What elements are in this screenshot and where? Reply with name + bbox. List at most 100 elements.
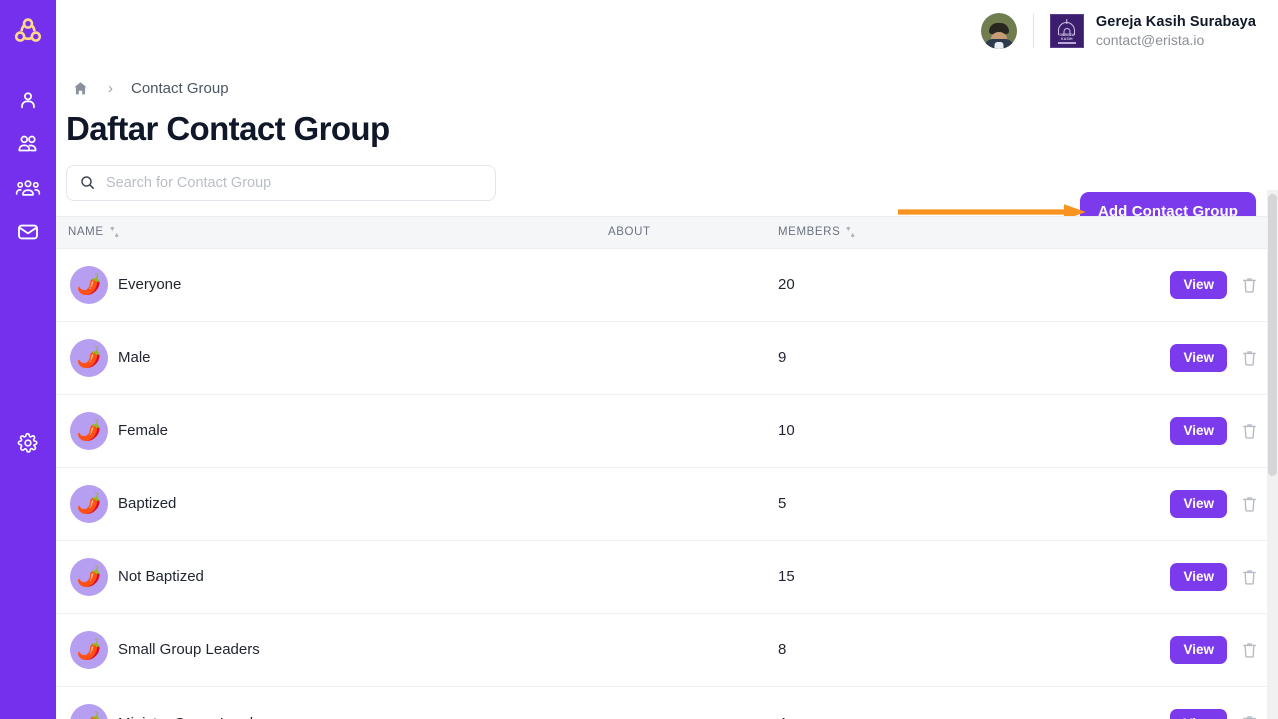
table-row[interactable]: 🌶️ Small Group Leaders 8 View — [56, 613, 1278, 687]
view-button[interactable]: View — [1170, 635, 1227, 664]
view-button[interactable]: View — [1170, 562, 1227, 591]
chili-emoji-icon: 🌶️ — [76, 346, 102, 369]
row-actions: View — [1170, 416, 1258, 445]
app-logo[interactable] — [12, 14, 44, 50]
row-members: 20 — [778, 276, 795, 294]
view-button[interactable]: View — [1170, 343, 1227, 372]
org-meta: Gereja Kasih Surabaya contact@erista.io — [1096, 13, 1256, 50]
row-members: 15 — [778, 568, 795, 586]
breadcrumb-separator: › — [108, 79, 113, 97]
trash-icon — [1243, 496, 1256, 512]
mail-icon — [18, 224, 38, 240]
gear-icon — [17, 432, 38, 453]
delete-button[interactable] — [1241, 276, 1258, 294]
scrollbar-thumb[interactable] — [1268, 194, 1277, 476]
delete-button[interactable] — [1241, 422, 1258, 440]
row-members: 9 — [778, 349, 787, 367]
chili-emoji-icon: 🌶️ — [76, 565, 102, 588]
row-name: Female — [118, 422, 169, 440]
small-group-icon — [15, 180, 41, 196]
table-row[interactable]: 🌶️ Male 9 View — [56, 321, 1278, 395]
delete-button[interactable] — [1241, 568, 1258, 586]
trash-icon — [1243, 277, 1256, 293]
home-icon — [73, 81, 87, 94]
table-row[interactable]: 🌶️ Ministry Group Leaders 4 View — [56, 686, 1278, 719]
breadcrumb: › Contact Group — [56, 76, 1278, 100]
search-icon — [81, 176, 94, 190]
column-label-about: ABOUT — [608, 226, 651, 239]
row-avatar: 🌶️ — [70, 338, 108, 377]
table-header-row: NAME ABOUT MEMBERS — [56, 215, 1278, 249]
contact-group-icon — [18, 135, 37, 152]
sort-icon-members[interactable] — [845, 226, 856, 238]
app-root: GEREJA KASIH Gereja Kasih Surabaya conta… — [0, 0, 1278, 719]
table-row[interactable]: 🌶️ Baptized 5 View — [56, 467, 1278, 541]
org-name: Gereja Kasih Surabaya — [1095, 13, 1256, 30]
row-actions: View — [1170, 343, 1258, 372]
view-button[interactable]: View — [1170, 489, 1227, 518]
avatar-shirt — [994, 42, 1004, 49]
row-members: 8 — [778, 641, 787, 659]
row-avatar: 🌶️ — [70, 411, 108, 450]
row-actions: View — [1170, 270, 1258, 299]
delete-button[interactable] — [1241, 495, 1258, 513]
trash-icon — [1243, 350, 1256, 366]
contacts-icon — [21, 92, 35, 109]
row-avatar: 🌶️ — [70, 704, 108, 719]
table-row[interactable]: 🌶️ Female 10 View — [56, 394, 1278, 468]
row-name: Male — [118, 349, 151, 367]
sidebar — [0, 0, 56, 719]
sort-arrows-icon — [109, 226, 119, 238]
delete-button[interactable] — [1241, 641, 1258, 659]
table-row[interactable]: 🌶️ Not Baptized 15 View — [56, 540, 1278, 614]
sidebar-item-small-group[interactable] — [0, 166, 56, 210]
view-button[interactable]: View — [1170, 416, 1227, 445]
row-name: Ministry Group Leaders — [118, 715, 274, 719]
delete-button[interactable] — [1241, 349, 1258, 367]
trash-icon — [1243, 569, 1256, 585]
sidebar-item-mail[interactable] — [0, 210, 56, 254]
row-members: 10 — [778, 422, 795, 440]
column-label-name: NAME — [68, 226, 104, 239]
trash-icon — [1243, 716, 1256, 719]
chili-emoji-icon: 🌶️ — [76, 492, 102, 515]
row-members: 5 — [778, 495, 787, 513]
row-actions: View — [1170, 635, 1258, 664]
search-input[interactable] — [106, 174, 483, 191]
top-header: GEREJA KASIH Gereja Kasih Surabaya conta… — [56, 0, 1278, 62]
vertical-scrollbar[interactable] — [1267, 190, 1278, 719]
search-box[interactable] — [66, 164, 496, 201]
row-avatar: 🌶️ — [70, 557, 108, 596]
view-button[interactable]: View — [1170, 709, 1227, 719]
column-header-about: ABOUT — [608, 226, 651, 238]
header-divider — [1032, 14, 1034, 48]
table-body: 🌶️ Everyone 20 View 🌶️ Male 9 View 🌶️ Female 10 Vie… — [56, 248, 1278, 719]
sidebar-item-contact-group[interactable] — [0, 122, 56, 166]
row-name: Everyone — [118, 276, 182, 294]
trash-icon — [1243, 642, 1256, 658]
chili-emoji-icon: 🌶️ — [76, 638, 102, 661]
view-button[interactable]: View — [1170, 270, 1227, 299]
erista-logo-icon — [14, 18, 42, 42]
sidebar-item-settings[interactable] — [0, 425, 56, 461]
column-header-name[interactable]: NAME — [68, 226, 120, 238]
user-avatar[interactable] — [980, 13, 1017, 49]
main-area: GEREJA KASIH Gereja Kasih Surabaya conta… — [56, 0, 1278, 719]
row-avatar: 🌶️ — [70, 484, 108, 523]
breadcrumb-home[interactable] — [66, 80, 94, 97]
column-header-members[interactable]: MEMBERS — [778, 226, 856, 238]
sidebar-item-contacts[interactable] — [0, 78, 56, 122]
delete-button[interactable] — [1241, 714, 1258, 719]
row-actions: View — [1170, 489, 1258, 518]
row-name: Not Baptized — [118, 568, 204, 586]
org-logo-line2: KASIH — [1061, 36, 1073, 41]
row-name: Baptized — [118, 495, 177, 513]
sort-icon-name[interactable] — [109, 226, 120, 238]
column-label-members: MEMBERS — [778, 226, 841, 239]
row-name: Small Group Leaders — [118, 641, 260, 659]
table-row[interactable]: 🌶️ Everyone 20 View — [56, 248, 1278, 322]
chili-emoji-icon: 🌶️ — [76, 419, 102, 442]
breadcrumb-current[interactable]: Contact Group — [131, 80, 229, 97]
org-logo: GEREJA KASIH — [1049, 14, 1084, 48]
page-title: Daftar Contact Group — [66, 110, 390, 147]
